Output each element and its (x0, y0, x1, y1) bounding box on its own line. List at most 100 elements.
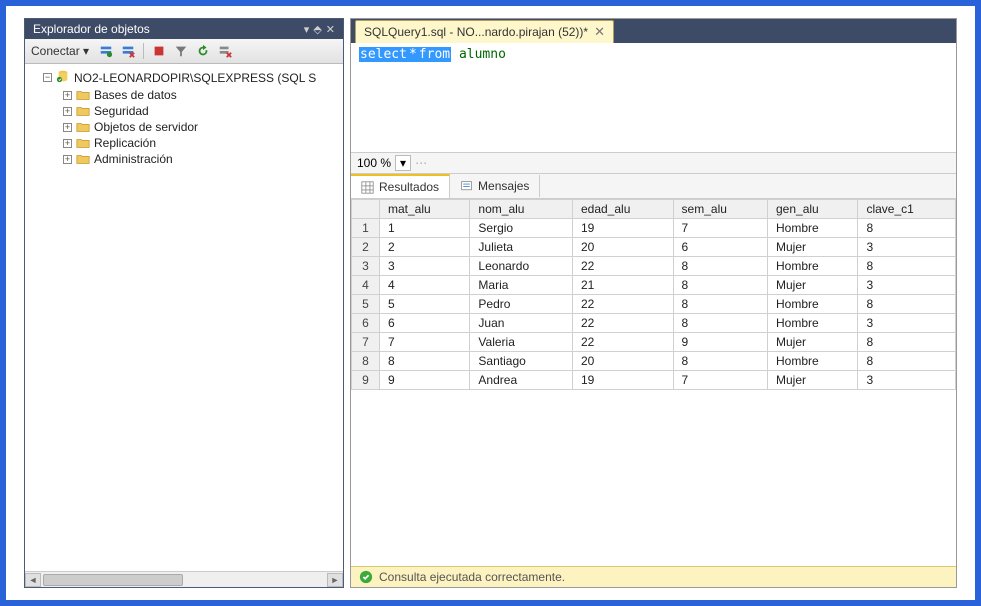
expand-icon[interactable]: + (63, 123, 72, 132)
row-number-cell[interactable]: 2 (352, 238, 380, 257)
grid-cell[interactable]: 9 (673, 333, 767, 352)
row-number-cell[interactable]: 1 (352, 219, 380, 238)
column-header[interactable]: sem_alu (673, 200, 767, 219)
grid-cell[interactable]: 8 (858, 219, 956, 238)
scroll-right-icon[interactable]: ► (327, 573, 343, 587)
column-header[interactable]: edad_alu (572, 200, 673, 219)
grid-cell[interactable]: Julieta (470, 238, 573, 257)
grid-cell[interactable]: Valeria (470, 333, 573, 352)
table-row[interactable]: 88Santiago208Hombre8 (352, 352, 956, 371)
table-row[interactable]: 77Valeria229Mujer8 (352, 333, 956, 352)
grid-cell[interactable]: 20 (572, 352, 673, 371)
row-number-cell[interactable]: 4 (352, 276, 380, 295)
grid-cell[interactable]: Mujer (768, 333, 858, 352)
grid-cell[interactable]: Andrea (470, 371, 573, 390)
sql-editor[interactable]: select*from alumno (351, 43, 956, 153)
disconnect-server-icon[interactable] (119, 42, 137, 60)
expand-icon[interactable]: + (63, 107, 72, 116)
grid-cell[interactable]: 22 (572, 333, 673, 352)
row-number-cell[interactable]: 7 (352, 333, 380, 352)
expand-icon[interactable]: + (63, 155, 72, 164)
connect-server-icon[interactable] (97, 42, 115, 60)
grid-cell[interactable]: 8 (858, 333, 956, 352)
grid-cell[interactable]: 8 (673, 314, 767, 333)
tree-item[interactable]: +Administración (27, 151, 341, 167)
expand-icon[interactable]: + (63, 91, 72, 100)
grid-cell[interactable]: Sergio (470, 219, 573, 238)
expand-icon[interactable]: + (63, 139, 72, 148)
grid-cell[interactable]: 21 (572, 276, 673, 295)
grid-cell[interactable]: Maria (470, 276, 573, 295)
grid-cell[interactable]: 4 (380, 276, 470, 295)
grid-cell[interactable]: 20 (572, 238, 673, 257)
grid-cell[interactable]: 8 (673, 352, 767, 371)
tree-item[interactable]: +Seguridad (27, 103, 341, 119)
scroll-left-icon[interactable]: ◄ (25, 573, 41, 587)
zoom-dropdown-icon[interactable]: ▾ (395, 155, 411, 171)
collapse-icon[interactable]: − (43, 73, 52, 82)
horizontal-scrollbar[interactable]: ◄ ► (25, 571, 343, 587)
results-grid-container[interactable]: mat_alunom_aluedad_alusem_alugen_aluclav… (351, 199, 956, 566)
connect-dropdown[interactable]: Conectar ▾ (31, 44, 89, 58)
grid-cell[interactable]: Hombre (768, 257, 858, 276)
grid-cell[interactable]: 7 (673, 219, 767, 238)
grid-cell[interactable]: 22 (572, 257, 673, 276)
grid-cell[interactable]: Hombre (768, 219, 858, 238)
tree-item[interactable]: +Objetos de servidor (27, 119, 341, 135)
grid-cell[interactable]: Pedro (470, 295, 573, 314)
grid-cell[interactable]: 19 (572, 219, 673, 238)
grid-cell[interactable]: 7 (380, 333, 470, 352)
grid-cell[interactable]: Juan (470, 314, 573, 333)
grid-cell[interactable]: Santiago (470, 352, 573, 371)
grid-cell[interactable]: 2 (380, 238, 470, 257)
grid-cell[interactable]: 8 (858, 257, 956, 276)
grid-cell[interactable]: Mujer (768, 238, 858, 257)
grid-cell[interactable]: 1 (380, 219, 470, 238)
grid-cell[interactable]: Leonardo (470, 257, 573, 276)
grid-cell[interactable]: 3 (858, 371, 956, 390)
grid-cell[interactable]: 7 (673, 371, 767, 390)
row-number-cell[interactable]: 8 (352, 352, 380, 371)
scroll-track[interactable] (41, 573, 327, 587)
grid-cell[interactable]: 8 (380, 352, 470, 371)
grid-cell[interactable]: 5 (380, 295, 470, 314)
stop-icon[interactable] (150, 42, 168, 60)
close-panel-icon[interactable]: ✕ (326, 23, 335, 36)
grid-cell[interactable]: 3 (858, 276, 956, 295)
dropdown-icon[interactable]: ▾ (304, 23, 310, 36)
grid-cell[interactable]: Mujer (768, 276, 858, 295)
row-number-cell[interactable]: 6 (352, 314, 380, 333)
close-icon[interactable]: ✕ (594, 24, 605, 40)
grid-cell[interactable]: 8 (673, 295, 767, 314)
delete-server-icon[interactable] (216, 42, 234, 60)
refresh-icon[interactable] (194, 42, 212, 60)
table-row[interactable]: 11Sergio197Hombre8 (352, 219, 956, 238)
pin-icon[interactable]: ⬘ (313, 23, 321, 36)
grid-cell[interactable]: 3 (858, 238, 956, 257)
tab-results[interactable]: Resultados (351, 174, 450, 198)
grid-cell[interactable]: 8 (858, 295, 956, 314)
grid-cell[interactable]: 8 (673, 276, 767, 295)
scroll-thumb[interactable] (43, 574, 183, 586)
table-row[interactable]: 22Julieta206Mujer3 (352, 238, 956, 257)
grid-cell[interactable]: 3 (858, 314, 956, 333)
filter-icon[interactable] (172, 42, 190, 60)
grid-cell[interactable]: 6 (380, 314, 470, 333)
grid-cell[interactable]: 19 (572, 371, 673, 390)
grid-cell[interactable]: Hombre (768, 352, 858, 371)
grid-cell[interactable]: 22 (572, 314, 673, 333)
row-number-cell[interactable]: 9 (352, 371, 380, 390)
table-row[interactable]: 44Maria218Mujer3 (352, 276, 956, 295)
row-number-cell[interactable]: 3 (352, 257, 380, 276)
column-header[interactable]: nom_alu (470, 200, 573, 219)
tree-root-node[interactable]: − NO2-LEONARDOPIR\SQLEXPRESS (SQL S (27, 68, 341, 87)
column-header[interactable]: gen_alu (768, 200, 858, 219)
table-row[interactable]: 99Andrea197Mujer3 (352, 371, 956, 390)
tab-messages[interactable]: Mensajes (450, 175, 540, 197)
grid-cell[interactable]: 9 (380, 371, 470, 390)
grid-cell[interactable]: 8 (673, 257, 767, 276)
tree-item[interactable]: +Replicación (27, 135, 341, 151)
table-row[interactable]: 33Leonardo228Hombre8 (352, 257, 956, 276)
grid-cell[interactable]: Hombre (768, 295, 858, 314)
grid-cell[interactable]: 8 (858, 352, 956, 371)
